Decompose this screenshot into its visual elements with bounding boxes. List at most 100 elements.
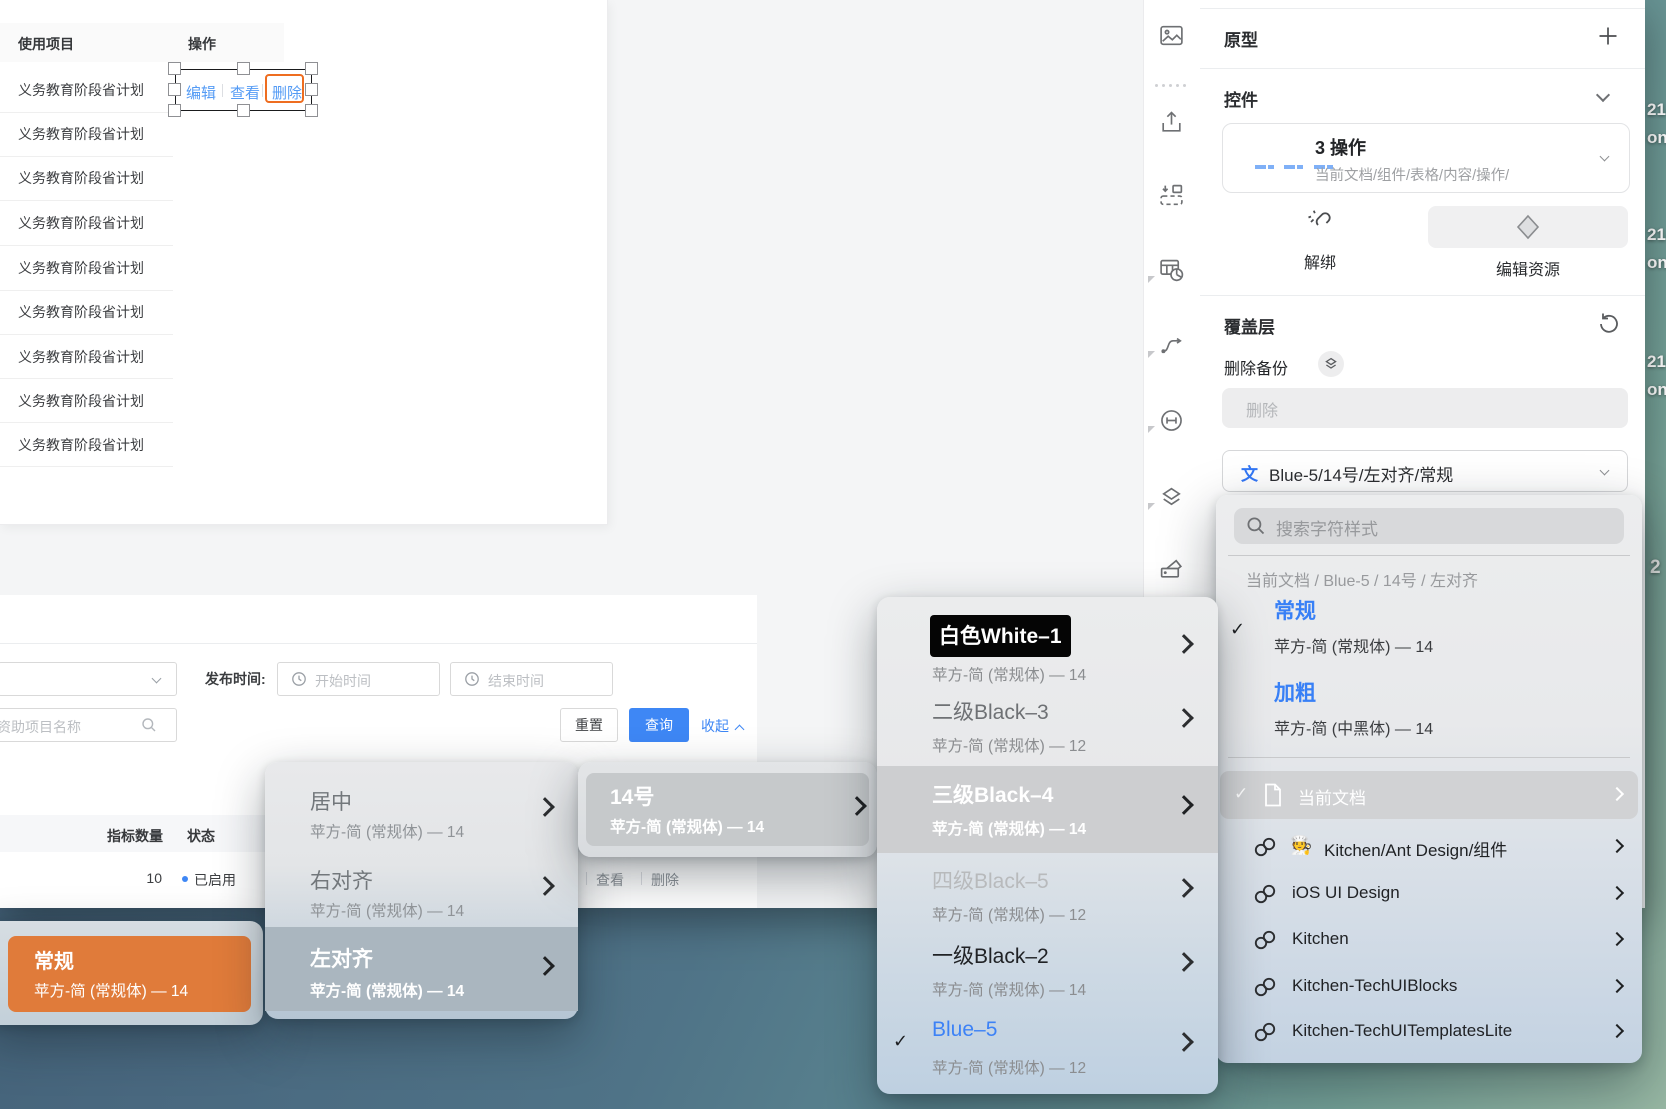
layers-chip[interactable] xyxy=(1318,351,1344,377)
project-select[interactable] xyxy=(0,662,177,696)
unbind-button[interactable]: 解绑 xyxy=(1284,204,1356,276)
selection-handle[interactable] xyxy=(168,62,181,75)
publish-time-label: 发布时间: xyxy=(205,669,266,689)
chevron-right-icon xyxy=(1610,1024,1624,1038)
style-menu-item-black3[interactable]: 二级Black–3 苹方-简 (常规体) — 12 xyxy=(877,685,1218,761)
table-row: 义务教育阶段省计划 xyxy=(18,347,144,367)
text-style-select[interactable]: 文 Blue-5/14号/左对齐/常规 xyxy=(1222,450,1628,492)
desktop-file-label: on xyxy=(1647,380,1666,400)
delete-backup-input[interactable]: 删除 xyxy=(1222,388,1628,428)
menu-item-title: 二级Black–3 xyxy=(932,696,1049,726)
menu-item-title: Blue–5 xyxy=(932,1018,997,1042)
delete-input-placeholder: 删除 xyxy=(1246,397,1278,421)
diamond-icon xyxy=(1513,212,1543,242)
reset-button[interactable]: 重置 xyxy=(560,708,618,742)
component-path: 当前文档/组件/表格/内容/操作/ xyxy=(1315,164,1509,185)
style-menu-item-white1[interactable]: 白色White–1 苹方-简 (常规体) — 14 xyxy=(877,609,1218,689)
flyout-indicator xyxy=(1148,503,1155,510)
library-item-kitchen[interactable]: Kitchen xyxy=(1216,918,1642,962)
reset-overlay-button[interactable] xyxy=(1594,308,1622,336)
weight-menu-item-regular[interactable]: 常规 苹方-简 (常规体) — 14 xyxy=(8,936,251,1012)
desktop-file-label: on xyxy=(1647,128,1666,148)
delete-link[interactable]: 删除 xyxy=(651,870,679,890)
assets-tool-button[interactable] xyxy=(1158,555,1188,585)
prototype-section-title: 原型 xyxy=(1224,26,1258,51)
query-button[interactable]: 查询 xyxy=(629,708,689,742)
check-icon: ✓ xyxy=(893,1031,908,1052)
chevron-right-icon xyxy=(1610,886,1624,900)
export-tool-button[interactable] xyxy=(1158,109,1188,139)
library-item-label: Kitchen-TechUIBlocks xyxy=(1292,976,1457,996)
selection-handle[interactable] xyxy=(237,104,250,117)
style-menu-item-black2[interactable]: 一级Black–2 苹方-简 (常规体) — 14 xyxy=(877,929,1218,1005)
library-item-ios-ui-design[interactable]: iOS UI Design xyxy=(1216,872,1642,916)
menu-item-sub: 苹方-简 (常规体) — 14 xyxy=(34,979,188,1001)
alignment-menu: 居中 苹方-简 (常规体) — 14 右对齐 苹方-简 (常规体) — 14 左… xyxy=(265,762,578,1019)
add-prototype-button[interactable] xyxy=(1596,24,1620,48)
connector-tool-button[interactable] xyxy=(1158,332,1188,362)
selection-handle[interactable] xyxy=(305,104,318,117)
menu-item-sub: 苹方-简 (常规体) — 12 xyxy=(932,1056,1086,1078)
library-item-kitchen-techuitemplateslite[interactable]: Kitchen-TechUITemplatesLite xyxy=(1216,1010,1642,1054)
selection-handle[interactable] xyxy=(168,104,181,117)
align-menu-item-left[interactable]: 左对齐 苹方-简 (常规体) — 14 xyxy=(265,927,578,1011)
selection-handle[interactable] xyxy=(168,83,181,96)
view-link[interactable]: 查看 xyxy=(596,870,624,890)
text-style-value: Blue-5/14号/左对齐/常规 xyxy=(1269,461,1453,486)
chevron-right-icon xyxy=(535,956,555,976)
clock-icon xyxy=(291,671,307,687)
library-link-icon xyxy=(1252,974,1278,1000)
chevron-down-icon[interactable] xyxy=(1596,88,1610,102)
style-variant-bold[interactable]: 加粗 xyxy=(1274,677,1316,707)
layers-tool-button[interactable] xyxy=(1158,484,1188,514)
table-chart-tool-button[interactable] xyxy=(1158,257,1188,287)
chevron-up-icon xyxy=(734,725,744,735)
spacing-tool-button[interactable] xyxy=(1158,407,1188,437)
frame-swap-tool-button[interactable] xyxy=(1158,182,1188,212)
selection-handle[interactable] xyxy=(305,62,318,75)
size-menu-item-14[interactable]: 14号 苹方-简 (常规体) — 14 xyxy=(586,773,869,846)
library-item-label: iOS UI Design xyxy=(1292,883,1400,903)
menu-item-sub: 苹方-简 (常规体) — 12 xyxy=(932,734,1086,756)
selection-handle[interactable] xyxy=(237,62,250,75)
image-tool-button[interactable] xyxy=(1158,22,1188,52)
align-menu-item-center[interactable]: 居中 苹方-简 (常规体) — 14 xyxy=(265,774,578,846)
query-label: 查询 xyxy=(645,717,673,733)
library-item-kitchen-techuiblocks[interactable]: Kitchen-TechUIBlocks xyxy=(1216,965,1642,1009)
grid-col-status: 状态 xyxy=(187,826,215,846)
library-link-icon xyxy=(1252,927,1278,953)
layers-icon xyxy=(1323,356,1344,372)
style-menu-item-blue5[interactable]: ✓ Blue–5 苹方-简 (常规体) — 12 xyxy=(877,1009,1218,1087)
menu-item-title: 三级Black–4 xyxy=(932,779,1053,809)
search-icon xyxy=(1246,516,1266,536)
widget-section-title: 控件 xyxy=(1224,86,1258,111)
menu-item-title: 14号 xyxy=(610,781,654,811)
end-time-input[interactable]: 结束时间 xyxy=(450,662,613,696)
search-icon xyxy=(141,717,157,733)
component-card[interactable]: 3 操作 当前文档/组件/表格/内容/操作/ xyxy=(1222,123,1630,193)
flyout-indicator xyxy=(1148,351,1155,358)
end-time-placeholder: 结束时间 xyxy=(488,671,544,691)
align-menu-item-right[interactable]: 右对齐 苹方-简 (常规体) — 14 xyxy=(265,853,578,925)
collapse-link[interactable]: 收起 xyxy=(701,716,740,736)
style-menu-item-black5[interactable]: 四级Black–5 苹方-简 (常规体) — 12 xyxy=(877,855,1218,931)
library-item-current-doc[interactable]: ✓ 当前文档 xyxy=(1220,771,1638,819)
table-col-action: 操作 xyxy=(188,34,216,54)
project-name-search-input[interactable]: 资助项目名称 xyxy=(0,708,177,742)
start-time-input[interactable]: 开始时间 xyxy=(277,662,440,696)
desktop-file-label: 21- xyxy=(1647,225,1666,245)
chef-emoji-icon: 🧑‍🍳 xyxy=(1290,835,1312,856)
style-variant-regular[interactable]: 常规 xyxy=(1274,595,1316,625)
menu-item-title: 一级Black–2 xyxy=(932,940,1049,970)
edit-resource-button[interactable] xyxy=(1428,206,1628,248)
start-time-placeholder: 开始时间 xyxy=(315,671,371,691)
selection-handle[interactable] xyxy=(305,83,318,96)
style-search-input[interactable]: 搜索字符样式 xyxy=(1234,508,1624,544)
library-item-kitchen-antd[interactable]: 🧑‍🍳 Kitchen/Ant Design/组件 xyxy=(1216,825,1642,869)
menu-item-title: 右对齐 xyxy=(310,865,373,895)
table-row: 义务教育阶段省计划 xyxy=(18,435,144,455)
chevron-right-icon xyxy=(1610,839,1624,853)
style-menu-item-black4[interactable]: 三级Black–4 苹方-简 (常规体) — 14 xyxy=(877,766,1218,853)
chevron-right-icon xyxy=(535,797,555,817)
unbind-icon xyxy=(1304,206,1336,238)
